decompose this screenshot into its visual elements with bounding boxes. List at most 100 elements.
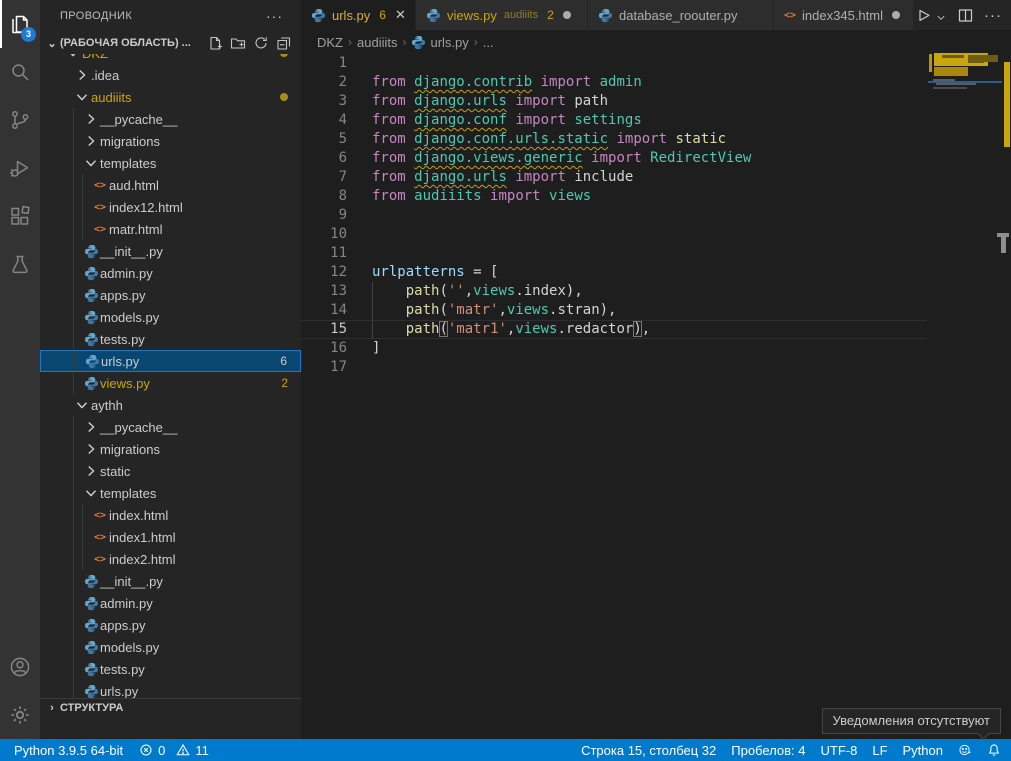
workspace-section-header[interactable]: ⌄ (РАБОЧАЯ ОБЛАСТЬ) ... xyxy=(40,32,301,54)
more-actions-icon[interactable]: ··· xyxy=(984,7,1002,24)
tree-item-templates[interactable]: templates xyxy=(40,152,301,174)
notifications-bell-icon[interactable] xyxy=(987,743,1001,757)
tree-item-index1-html[interactable]: <>index1.html xyxy=(40,526,301,548)
tree-item-aythh[interactable]: aythh xyxy=(40,394,301,416)
tree-item-label: .idea xyxy=(91,68,119,83)
python-interpreter-status[interactable]: Python 3.9.5 64-bit xyxy=(14,743,123,758)
outline-section-header[interactable]: › СТРУКТУРА xyxy=(40,698,301,717)
code-token: views xyxy=(515,321,557,337)
breadcrumb-item-DKZ[interactable]: DKZ xyxy=(317,35,343,50)
new-file-icon[interactable] xyxy=(207,35,223,51)
python-file-icon xyxy=(82,332,100,347)
tab-views.py[interactable]: views.pyaudiiits2 xyxy=(416,0,588,30)
tree-item-audiiits[interactable]: audiiits xyxy=(40,86,301,108)
tab-database_roouter.py[interactable]: database_roouter.py xyxy=(588,0,774,30)
code-token xyxy=(583,150,591,166)
tree-item-admin-py[interactable]: admin.py xyxy=(40,262,301,284)
indent-guide xyxy=(73,196,74,218)
tree-item-label: index.html xyxy=(109,508,168,523)
tree-item-templates[interactable]: templates xyxy=(40,482,301,504)
tree-item-models-py[interactable]: models.py xyxy=(40,306,301,328)
breadcrumb-item-...[interactable]: ... xyxy=(483,35,494,50)
chevron-down-icon[interactable] xyxy=(935,9,947,21)
tree-item-migrations[interactable]: migrations xyxy=(40,438,301,460)
activity-bar-source-control[interactable] xyxy=(0,96,40,144)
close-icon[interactable]: ✕ xyxy=(395,7,406,23)
tree-item-tests-py[interactable]: tests.py xyxy=(40,658,301,680)
problems-status[interactable]: 0 11 xyxy=(139,743,209,758)
tree-item-tests-py[interactable]: tests.py xyxy=(40,328,301,350)
activity-bar-explorer[interactable]: 3 xyxy=(0,0,40,48)
indent-guide xyxy=(73,284,74,306)
tree-item-urls-py[interactable]: urls.py6 xyxy=(40,350,301,372)
tree-item-static[interactable]: static xyxy=(40,460,301,482)
breadcrumb-item-audiiits[interactable]: audiiits xyxy=(357,35,397,50)
code-editor[interactable]: 12from django.contrib import admin3from … xyxy=(301,54,1011,739)
tree-item--init-py[interactable]: __init__.py xyxy=(40,570,301,592)
activity-badge: 3 xyxy=(21,27,36,42)
activity-bar-testing[interactable] xyxy=(0,240,40,288)
tree-item-urls-py[interactable]: urls.py xyxy=(40,680,301,699)
feedback-icon[interactable] xyxy=(958,743,972,757)
tree-item-matr-html[interactable]: <>matr.html xyxy=(40,218,301,240)
tree-item-index12-html[interactable]: <>index12.html xyxy=(40,196,301,218)
tree-item--idea[interactable]: .idea xyxy=(40,64,301,86)
modified-dot xyxy=(280,90,301,104)
code-token: path xyxy=(406,283,440,299)
activity-bar-settings[interactable] xyxy=(0,691,40,739)
sidebar-more-actions-icon[interactable]: ··· xyxy=(266,8,283,24)
refresh-icon[interactable] xyxy=(253,35,269,51)
tree-item--pycache-[interactable]: __pycache__ xyxy=(40,108,301,130)
html-file-icon: <> xyxy=(784,10,796,21)
indent-guide xyxy=(73,306,74,328)
line-number: 16 xyxy=(301,339,347,358)
encoding-status[interactable]: UTF-8 xyxy=(821,743,858,758)
split-editor-icon[interactable] xyxy=(957,7,974,24)
activity-bar-account[interactable] xyxy=(0,643,40,691)
modified-dot[interactable] xyxy=(563,11,571,19)
indent-guide xyxy=(82,504,83,526)
tree-item-models-py[interactable]: models.py xyxy=(40,636,301,658)
sidebar-header: ПРОВОДНИК ··· xyxy=(40,0,301,32)
python-file-icon xyxy=(82,640,100,655)
indent-guide xyxy=(73,372,74,394)
tree-item-DKZ[interactable]: DKZ xyxy=(40,54,301,64)
activity-bar-extensions[interactable] xyxy=(0,192,40,240)
chevron-down-icon xyxy=(82,155,100,171)
language-mode-status[interactable]: Python xyxy=(903,743,943,758)
activity-bar-run-debug[interactable] xyxy=(0,144,40,192)
breadcrumb-item-urls.py[interactable]: urls.py xyxy=(411,35,468,50)
tree-item--pycache-[interactable]: __pycache__ xyxy=(40,416,301,438)
code-token: , xyxy=(498,302,506,318)
tree-item-aud-html[interactable]: <>aud.html xyxy=(40,174,301,196)
tree-item-apps-py[interactable]: apps.py xyxy=(40,284,301,306)
eol-status[interactable]: LF xyxy=(872,743,887,758)
python-file-icon xyxy=(82,244,100,259)
tree-item-index2-html[interactable]: <>index2.html xyxy=(40,548,301,570)
tree-item-label: tests.py xyxy=(100,662,145,677)
chevron-down-icon xyxy=(73,397,91,413)
indentation-status[interactable]: Пробелов: 4 xyxy=(731,743,805,758)
code-line-13: 13 path('',views.index), xyxy=(301,282,927,301)
run-icon[interactable] xyxy=(914,7,931,24)
tab-index345.html[interactable]: <>index345.html xyxy=(774,0,914,30)
tab-urls.py[interactable]: urls.py6✕ xyxy=(301,0,416,30)
tree-item-views-py[interactable]: views.py2 xyxy=(40,372,301,394)
tree-item-apps-py[interactable]: apps.py xyxy=(40,614,301,636)
tree-item--init-py[interactable]: __init__.py xyxy=(40,240,301,262)
tree-item-migrations[interactable]: migrations xyxy=(40,130,301,152)
activity-bar-search[interactable] xyxy=(0,48,40,96)
file-tree[interactable]: DKZ.ideaaudiiits__pycache__migrationstem… xyxy=(40,54,301,699)
minimap[interactable] xyxy=(928,51,1004,95)
collapse-all-icon[interactable] xyxy=(276,35,292,51)
tree-item-label: aud.html xyxy=(109,178,159,193)
modified-dot[interactable] xyxy=(892,11,900,19)
tree-item-index-html[interactable]: <>index.html xyxy=(40,504,301,526)
cursor-position-status[interactable]: Строка 15, столбец 32 xyxy=(581,743,716,758)
indent-guide xyxy=(73,570,74,592)
line-number: 12 xyxy=(301,263,347,282)
new-folder-icon[interactable] xyxy=(230,35,246,51)
editor-scrollbar[interactable] xyxy=(997,30,1011,739)
tree-item-admin-py[interactable]: admin.py xyxy=(40,592,301,614)
python-file-icon xyxy=(82,376,100,391)
